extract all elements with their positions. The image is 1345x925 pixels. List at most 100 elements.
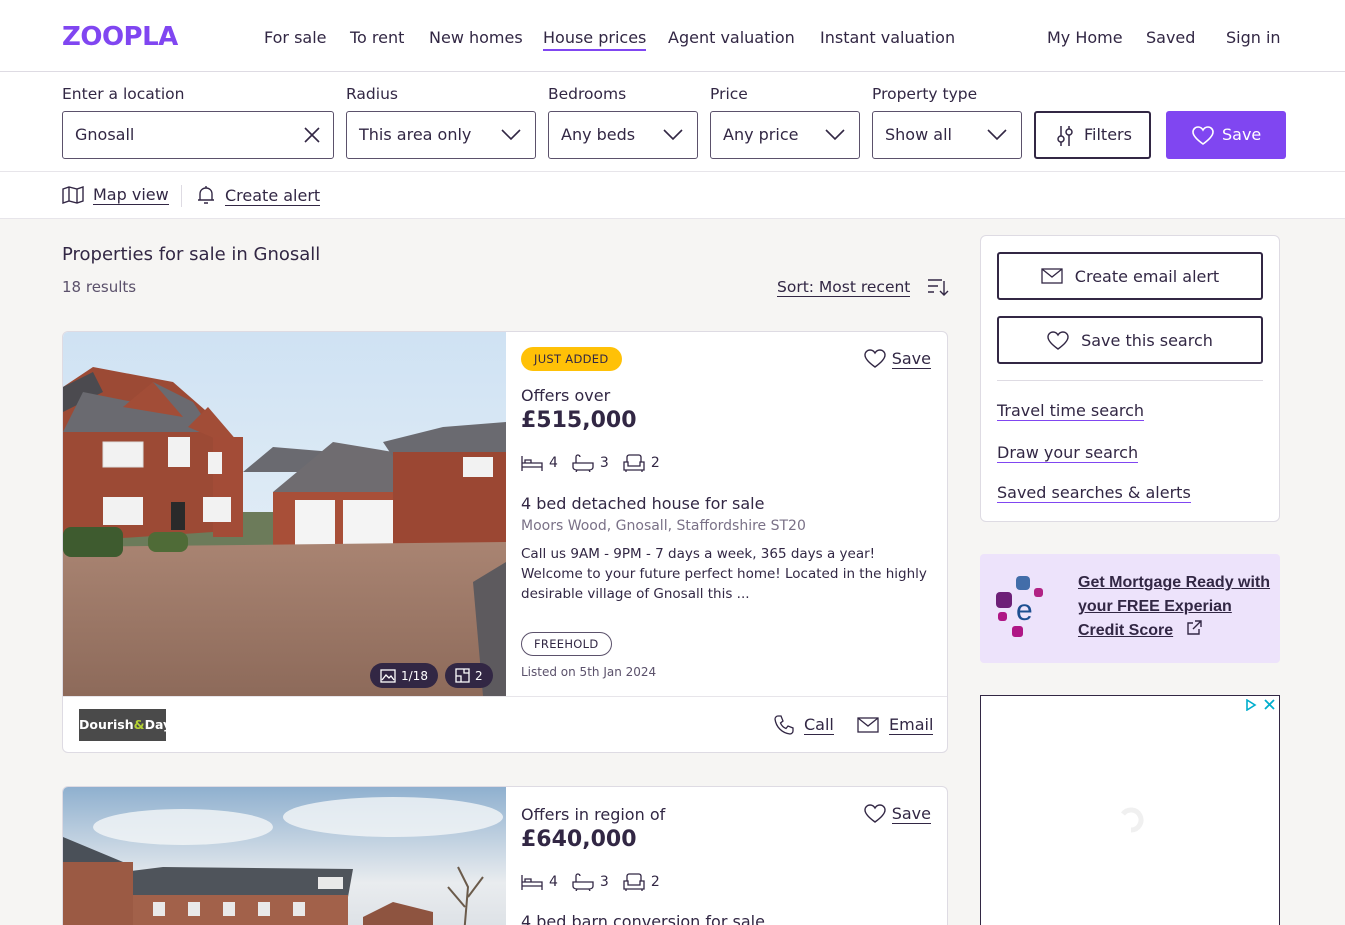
experian-promo-text[interactable]: Get Mortgage Ready with your FREE Experi… bbox=[1078, 571, 1278, 643]
zoopla-logo[interactable]: ZOOPLA bbox=[62, 22, 178, 52]
travel-time-search-link[interactable]: Travel time search bbox=[997, 401, 1145, 421]
listing-title[interactable]: 4 bed detached house for sale bbox=[521, 494, 764, 513]
clear-icon[interactable] bbox=[304, 127, 320, 143]
adchoices-icon[interactable] bbox=[1245, 699, 1257, 711]
chevron-down-icon bbox=[987, 129, 1007, 141]
sort-control[interactable]: Sort: Most recent bbox=[777, 277, 949, 297]
results-title: Properties for sale in Gnosall bbox=[62, 244, 321, 265]
save-search-button[interactable]: Save bbox=[1166, 111, 1286, 159]
saved-searches-link[interactable]: Saved searches & alerts bbox=[997, 483, 1191, 503]
image-icon bbox=[380, 668, 396, 683]
create-alert-label: Create alert bbox=[225, 186, 321, 206]
listing-price: £640,000 bbox=[521, 827, 637, 852]
advertisement-slot[interactable] bbox=[980, 695, 1280, 925]
location-value: Gnosall bbox=[75, 125, 135, 144]
create-alert-link[interactable]: Create alert bbox=[196, 185, 321, 206]
bell-icon bbox=[198, 186, 214, 204]
top-navigation: ZOOPLA For sale To rent New homes House … bbox=[0, 0, 1345, 72]
listing-address: Moors Wood, Gnosall, Staffordshire ST20 bbox=[521, 518, 806, 534]
bedrooms-value: Any beds bbox=[561, 125, 636, 144]
radius-label: Radius bbox=[346, 85, 398, 103]
image-count: 1/18 bbox=[401, 668, 428, 683]
bathrooms: 3 bbox=[572, 454, 609, 472]
nav-instant-valuation[interactable]: Instant valuation bbox=[820, 28, 955, 47]
radius-value: This area only bbox=[359, 125, 472, 144]
nav-sign-in[interactable]: Sign in bbox=[1226, 28, 1281, 47]
promo-line: your FREE Experian bbox=[1078, 598, 1232, 615]
price-select[interactable]: Any price bbox=[710, 111, 860, 159]
sort-label: Sort: Most recent bbox=[777, 278, 911, 297]
save-listing-button[interactable]: Save bbox=[864, 804, 931, 824]
save-listing-button[interactable]: Save bbox=[864, 349, 931, 369]
experian-promo[interactable]: e Get Mortgage Ready with your FREE Expe… bbox=[980, 554, 1280, 663]
image-count-badge[interactable]: 1/18 bbox=[370, 663, 438, 688]
bathroom-count: 3 bbox=[599, 874, 609, 890]
listing-card[interactable]: 1/18 2 JUST ADDED Save Offers over £515,… bbox=[62, 331, 948, 753]
barn-photo-illustration bbox=[63, 787, 506, 925]
listing-description: Call us 9AM - 9PM - 7 days a week, 365 d… bbox=[521, 546, 927, 602]
listing-price: £515,000 bbox=[521, 408, 637, 433]
bedrooms-label: Bedrooms bbox=[548, 85, 627, 103]
nav-to-rent[interactable]: To rent bbox=[350, 28, 404, 47]
receptions: 2 bbox=[623, 454, 660, 472]
radius-select[interactable]: This area only bbox=[346, 111, 536, 159]
view-options-bar: Map view Create alert bbox=[0, 172, 1345, 219]
property-photo[interactable]: 1/18 2 bbox=[63, 332, 506, 696]
property-type-label: Property type bbox=[872, 85, 978, 103]
map-view-link[interactable]: Map view bbox=[62, 185, 169, 205]
external-link-icon bbox=[1186, 620, 1202, 635]
nav-saved[interactable]: Saved bbox=[1146, 28, 1195, 47]
property-type-select[interactable]: Show all bbox=[872, 111, 1022, 159]
price-qualifier: Offers over bbox=[521, 386, 611, 405]
promo-line: Credit Score bbox=[1078, 622, 1174, 639]
listing-card[interactable]: Save Offers in region of £640,000 4 3 2 … bbox=[62, 786, 948, 925]
sofa-icon bbox=[623, 454, 645, 472]
bedrooms-select[interactable]: Any beds bbox=[548, 111, 698, 159]
agent-name-part: Day bbox=[144, 717, 172, 732]
saved-searches-label: Saved searches & alerts bbox=[997, 483, 1191, 503]
sofa-icon bbox=[623, 873, 645, 891]
amenities: 4 3 2 bbox=[521, 454, 674, 472]
agent-name-ampersand: & bbox=[133, 717, 145, 732]
call-agent-button[interactable]: Call bbox=[774, 715, 834, 735]
receptions: 2 bbox=[623, 873, 660, 891]
tenure-badge: FREEHOLD bbox=[521, 632, 612, 656]
loading-spinner-icon bbox=[1121, 807, 1144, 833]
save-label: Save bbox=[891, 349, 931, 369]
email-agent-button[interactable]: Email bbox=[857, 715, 934, 735]
location-input[interactable]: Gnosall bbox=[62, 111, 334, 159]
nav-agent-valuation[interactable]: Agent valuation bbox=[668, 28, 795, 47]
floorplan-count-badge[interactable]: 2 bbox=[445, 663, 493, 688]
bedrooms: 4 bbox=[521, 873, 558, 891]
nav-my-home[interactable]: My Home bbox=[1047, 28, 1123, 47]
property-photo[interactable] bbox=[63, 787, 506, 925]
heart-icon bbox=[864, 804, 886, 823]
agent-logo[interactable]: Dourish&Day bbox=[79, 709, 171, 741]
listed-date: Listed on 5th Jan 2024 bbox=[521, 665, 657, 679]
price-qualifier: Offers in region of bbox=[521, 805, 666, 824]
draw-your-search-link[interactable]: Draw your search bbox=[997, 443, 1139, 463]
envelope-icon bbox=[857, 717, 879, 733]
save-label: Save bbox=[1222, 125, 1262, 144]
just-added-badge: JUST ADDED bbox=[521, 347, 622, 371]
nav-for-sale[interactable]: For sale bbox=[264, 28, 327, 47]
house-photo-illustration bbox=[63, 332, 506, 696]
divider bbox=[997, 380, 1263, 381]
chevron-down-icon bbox=[825, 129, 845, 141]
nav-new-homes[interactable]: New homes bbox=[429, 28, 523, 47]
create-email-alert-button[interactable]: Create email alert bbox=[997, 252, 1263, 300]
sliders-icon bbox=[1057, 126, 1073, 146]
listing-title[interactable]: 4 bed barn conversion for sale bbox=[521, 912, 765, 925]
svg-text:e: e bbox=[1016, 594, 1033, 627]
close-icon[interactable] bbox=[1264, 699, 1275, 710]
filters-label: Filters bbox=[1084, 125, 1132, 144]
reception-count: 2 bbox=[650, 455, 660, 471]
map-view-label: Map view bbox=[93, 185, 169, 205]
bedrooms: 4 bbox=[521, 454, 558, 472]
filters-button[interactable]: Filters bbox=[1034, 111, 1151, 159]
bathrooms: 3 bbox=[572, 873, 609, 891]
nav-house-prices[interactable]: House prices bbox=[543, 28, 647, 51]
price-label: Price bbox=[710, 85, 748, 103]
amenities: 4 3 2 bbox=[521, 873, 674, 891]
save-this-search-button[interactable]: Save this search bbox=[997, 316, 1263, 364]
